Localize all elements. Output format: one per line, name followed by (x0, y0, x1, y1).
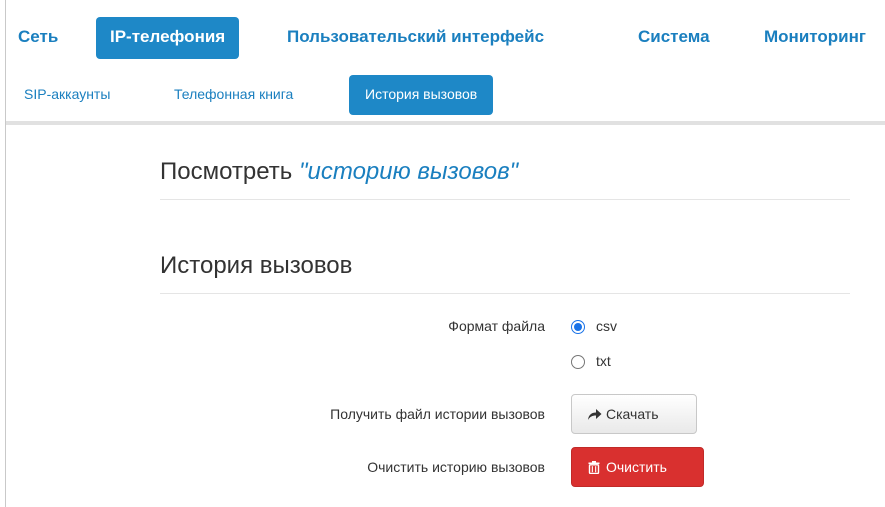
format-txt-label[interactable]: txt (596, 353, 611, 369)
tab-network[interactable]: Сеть (18, 17, 58, 59)
tab-monitoring[interactable]: Мониторинг (764, 17, 866, 59)
view-section-rule (160, 199, 850, 200)
clear-button[interactable]: Очистить (571, 447, 704, 487)
share-arrow-icon (586, 406, 602, 422)
tab-system[interactable]: Система (638, 17, 710, 59)
tab-ip-telephony[interactable]: IP-телефония (96, 17, 240, 59)
history-section-title: История вызовов (160, 252, 353, 279)
subtab-call-history[interactable]: История вызовов (349, 75, 494, 115)
page-left-border (5, 0, 6, 507)
view-prefix: Посмотреть (160, 158, 293, 185)
subtab-phone-book[interactable]: Телефонная книга (174, 75, 293, 115)
download-label: Получить файл истории вызовов (330, 406, 545, 422)
trash-icon (586, 459, 602, 475)
view-section-title: Посмотреть "историю вызовов" (160, 158, 518, 186)
format-csv-label[interactable]: csv (596, 318, 617, 334)
subtab-sip-accounts[interactable]: SIP-аккаунты (24, 75, 110, 115)
view-call-history-link[interactable]: "историю вызовов" (299, 158, 518, 185)
format-csv-radio[interactable] (571, 320, 585, 334)
file-format-label: Формат файла (448, 318, 545, 334)
nav-divider (6, 121, 885, 125)
download-button-label: Скачать (606, 406, 659, 422)
format-txt-radio[interactable] (571, 355, 585, 369)
clear-button-label: Очистить (606, 459, 667, 475)
download-button[interactable]: Скачать (571, 394, 697, 434)
clear-label: Очистить историю вызовов (367, 459, 545, 475)
history-section-rule (160, 293, 850, 294)
tab-user-interface[interactable]: Пользовательский интерфейс (287, 17, 544, 59)
